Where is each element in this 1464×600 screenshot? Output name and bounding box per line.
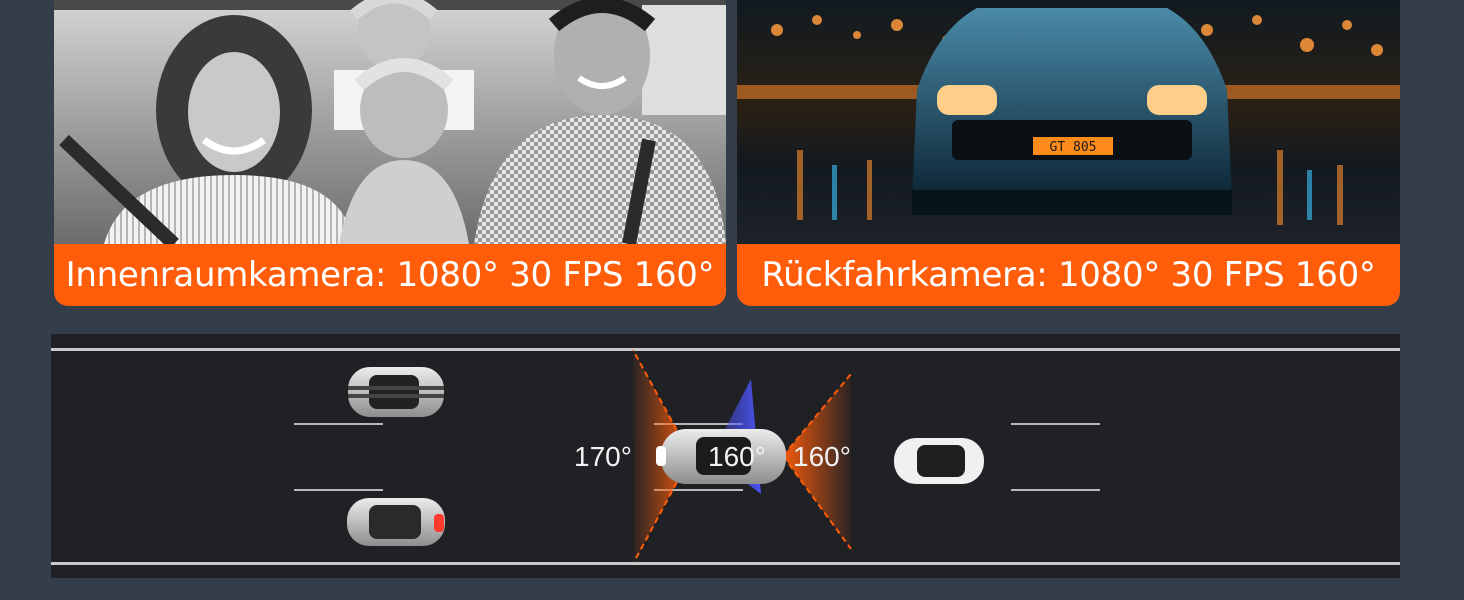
rear-angle-label: 160° — [793, 441, 851, 472]
road-edge-bottom — [51, 562, 1400, 565]
field-of-view-diagram: 170° 160° 160° — [51, 334, 1400, 578]
rear-camera-photo: GT 805 — [737, 0, 1400, 244]
rear-camera-panel: GT 805 Rückfahrkamera: 1080° 30 FPS 160° — [737, 0, 1400, 306]
road-edge-top — [51, 348, 1400, 351]
front-angle-label: 170° — [574, 441, 632, 472]
rear-camera-caption: Rückfahrkamera: 1080° 30 FPS 160° — [737, 244, 1400, 306]
car-right-icon — [894, 438, 984, 484]
license-plate-text: GT 805 — [1050, 140, 1097, 155]
interior-camera-caption: Innenraumkamera: 1080° 30 FPS 160° — [54, 244, 726, 306]
car-bottom-left-icon — [347, 498, 445, 546]
car-top-left-icon — [348, 367, 444, 417]
interior-camera-photo — [54, 0, 726, 244]
interior-camera-panel: Innenraumkamera: 1080° 30 FPS 160° — [54, 0, 726, 306]
interior-angle-label: 160° — [708, 441, 766, 472]
